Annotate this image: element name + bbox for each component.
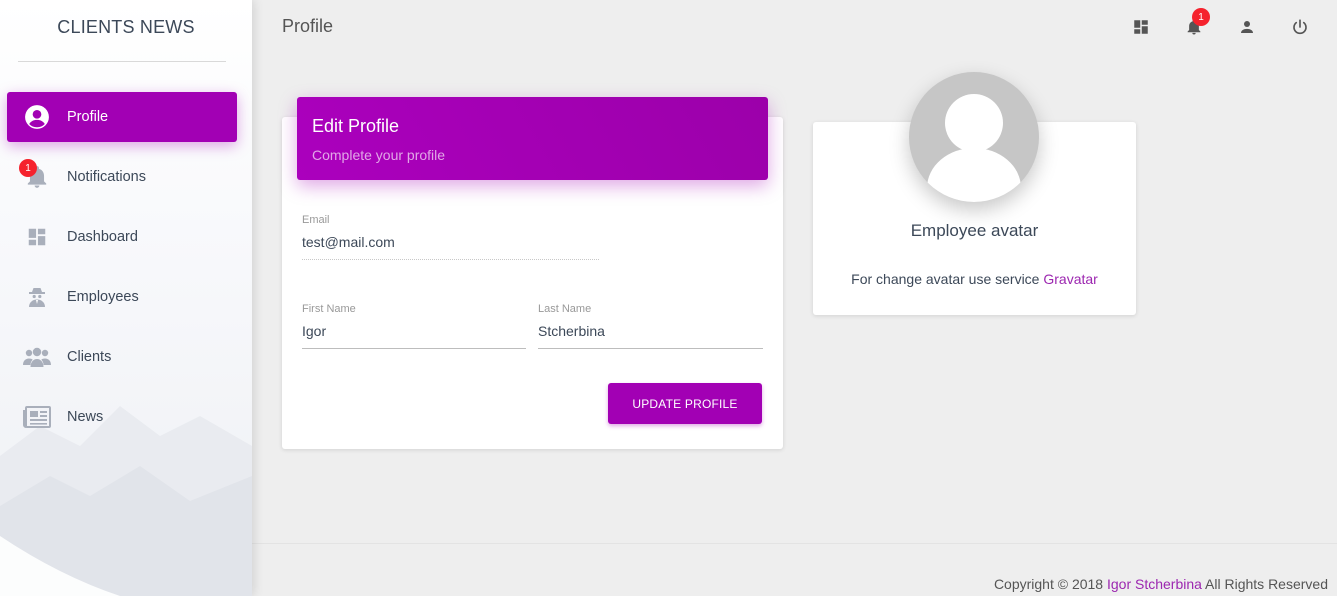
avatar-placeholder-icon: [909, 72, 1039, 202]
first-name-label: First Name: [302, 303, 356, 315]
sidebar-nav: Profile 1 Notifications Dashboard Employ…: [7, 92, 237, 452]
footer-prefix: Copyright © 2018: [993, 576, 1107, 592]
email-label: Email: [302, 214, 330, 226]
footer-suffix: All Rights Reserved: [1201, 576, 1328, 592]
avatar-note: For change avatar use service Gravatar: [813, 271, 1136, 287]
sidebar-item-label: Employees: [67, 289, 139, 305]
first-name-input[interactable]: Igor: [302, 323, 526, 349]
edit-profile-subtitle: Complete your profile: [312, 147, 446, 163]
sidebar-item-employees[interactable]: Employees: [7, 272, 237, 322]
avatar-note-text: For change avatar use service: [851, 271, 1044, 287]
power-icon[interactable]: [1289, 16, 1311, 38]
footer: Copyright © 2018 Igor Stcherbina All Rig…: [994, 576, 1328, 592]
sidebar: CLIENTS NEWS Profile 1 Notifications Das…: [0, 0, 252, 596]
edit-profile-title: Edit Profile: [312, 116, 400, 136]
first-name-field[interactable]: First Name Igor: [302, 303, 526, 349]
spy-icon: [23, 283, 51, 311]
last-name-field[interactable]: Last Name Stcherbina: [538, 303, 763, 349]
sidebar-item-label: Clients: [67, 349, 112, 365]
footer-divider: [252, 543, 1337, 544]
last-name-label: Last Name: [538, 303, 592, 315]
sidebar-item-profile[interactable]: Profile: [7, 92, 237, 142]
edit-profile-header: Edit Profile Complete your profile: [297, 97, 768, 180]
sidebar-item-clients[interactable]: Clients: [7, 332, 237, 382]
account-circle-icon: [23, 103, 51, 131]
newspaper-icon: [23, 403, 51, 431]
brand-title[interactable]: CLIENTS NEWS: [0, 0, 252, 62]
brand-divider: [18, 61, 226, 62]
notification-badge: 1: [1192, 8, 1210, 26]
person-icon[interactable]: [1236, 16, 1258, 38]
footer-author-link[interactable]: Igor Stcherbina: [1107, 576, 1202, 592]
page-title: Profile: [282, 16, 334, 36]
sidebar-item-label: News: [67, 409, 104, 425]
sidebar-item-dashboard[interactable]: Dashboard: [7, 212, 237, 262]
dashboard-icon[interactable]: [1130, 16, 1152, 38]
sidebar-item-label: Profile: [67, 109, 109, 125]
email-value[interactable]: test@mail.com: [302, 234, 599, 260]
sidebar-item-label: Notifications: [67, 169, 146, 185]
sidebar-item-notifications[interactable]: 1 Notifications: [7, 152, 237, 202]
sidebar-item-news[interactable]: News: [7, 392, 237, 442]
update-profile-button[interactable]: UPDATE PROFILE: [608, 383, 762, 424]
sidebar-item-label: Dashboard: [67, 229, 138, 245]
dashboard-icon: [23, 223, 51, 251]
gravatar-link[interactable]: Gravatar: [1043, 271, 1097, 287]
users-icon: [23, 343, 51, 371]
email-field[interactable]: Email test@mail.com: [302, 214, 599, 260]
last-name-input[interactable]: Stcherbina: [538, 323, 763, 349]
avatar-title: Employee avatar: [910, 221, 1039, 240]
notification-badge: 1: [19, 159, 37, 177]
